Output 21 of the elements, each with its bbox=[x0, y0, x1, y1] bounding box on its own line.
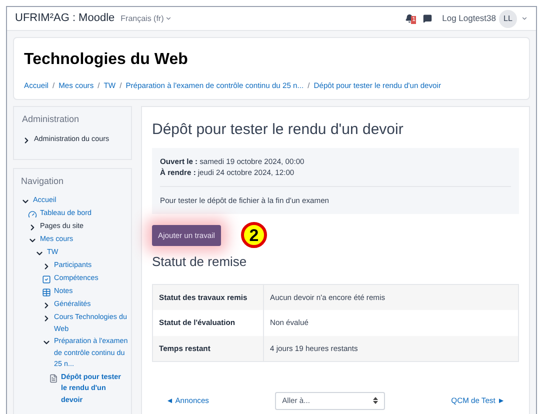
step-number-callout: 2 bbox=[240, 222, 267, 248]
language-menu[interactable]: Français (fr) bbox=[120, 12, 172, 24]
status-title: Statut de remise bbox=[152, 253, 248, 272]
checkbox-icon bbox=[42, 275, 51, 284]
block-title: Navigation bbox=[21, 174, 65, 188]
assignment-title: Dépôt pour tester le rendu d'un devoir bbox=[152, 120, 404, 140]
chevron-right-icon[interactable] bbox=[42, 262, 51, 272]
block-title: Administration bbox=[22, 113, 80, 126]
chevron-right-icon[interactable] bbox=[42, 301, 51, 310]
chevron-right-icon[interactable] bbox=[28, 223, 37, 232]
user-avatar[interactable]: LL bbox=[499, 10, 517, 28]
user-name[interactable]: Log Logtest38 bbox=[442, 12, 496, 25]
course-title: Technologies du Web bbox=[24, 50, 189, 70]
up-down-arrows-icon bbox=[373, 397, 378, 404]
site-name[interactable]: UFRIM²AG : Moodle bbox=[15, 10, 115, 27]
chevron-right-icon[interactable] bbox=[42, 314, 51, 324]
chevron-right-icon[interactable] bbox=[22, 136, 31, 145]
document-icon bbox=[49, 374, 58, 383]
gauge-icon bbox=[28, 210, 37, 220]
chat-icon[interactable] bbox=[423, 14, 432, 23]
table-icon bbox=[42, 288, 51, 298]
